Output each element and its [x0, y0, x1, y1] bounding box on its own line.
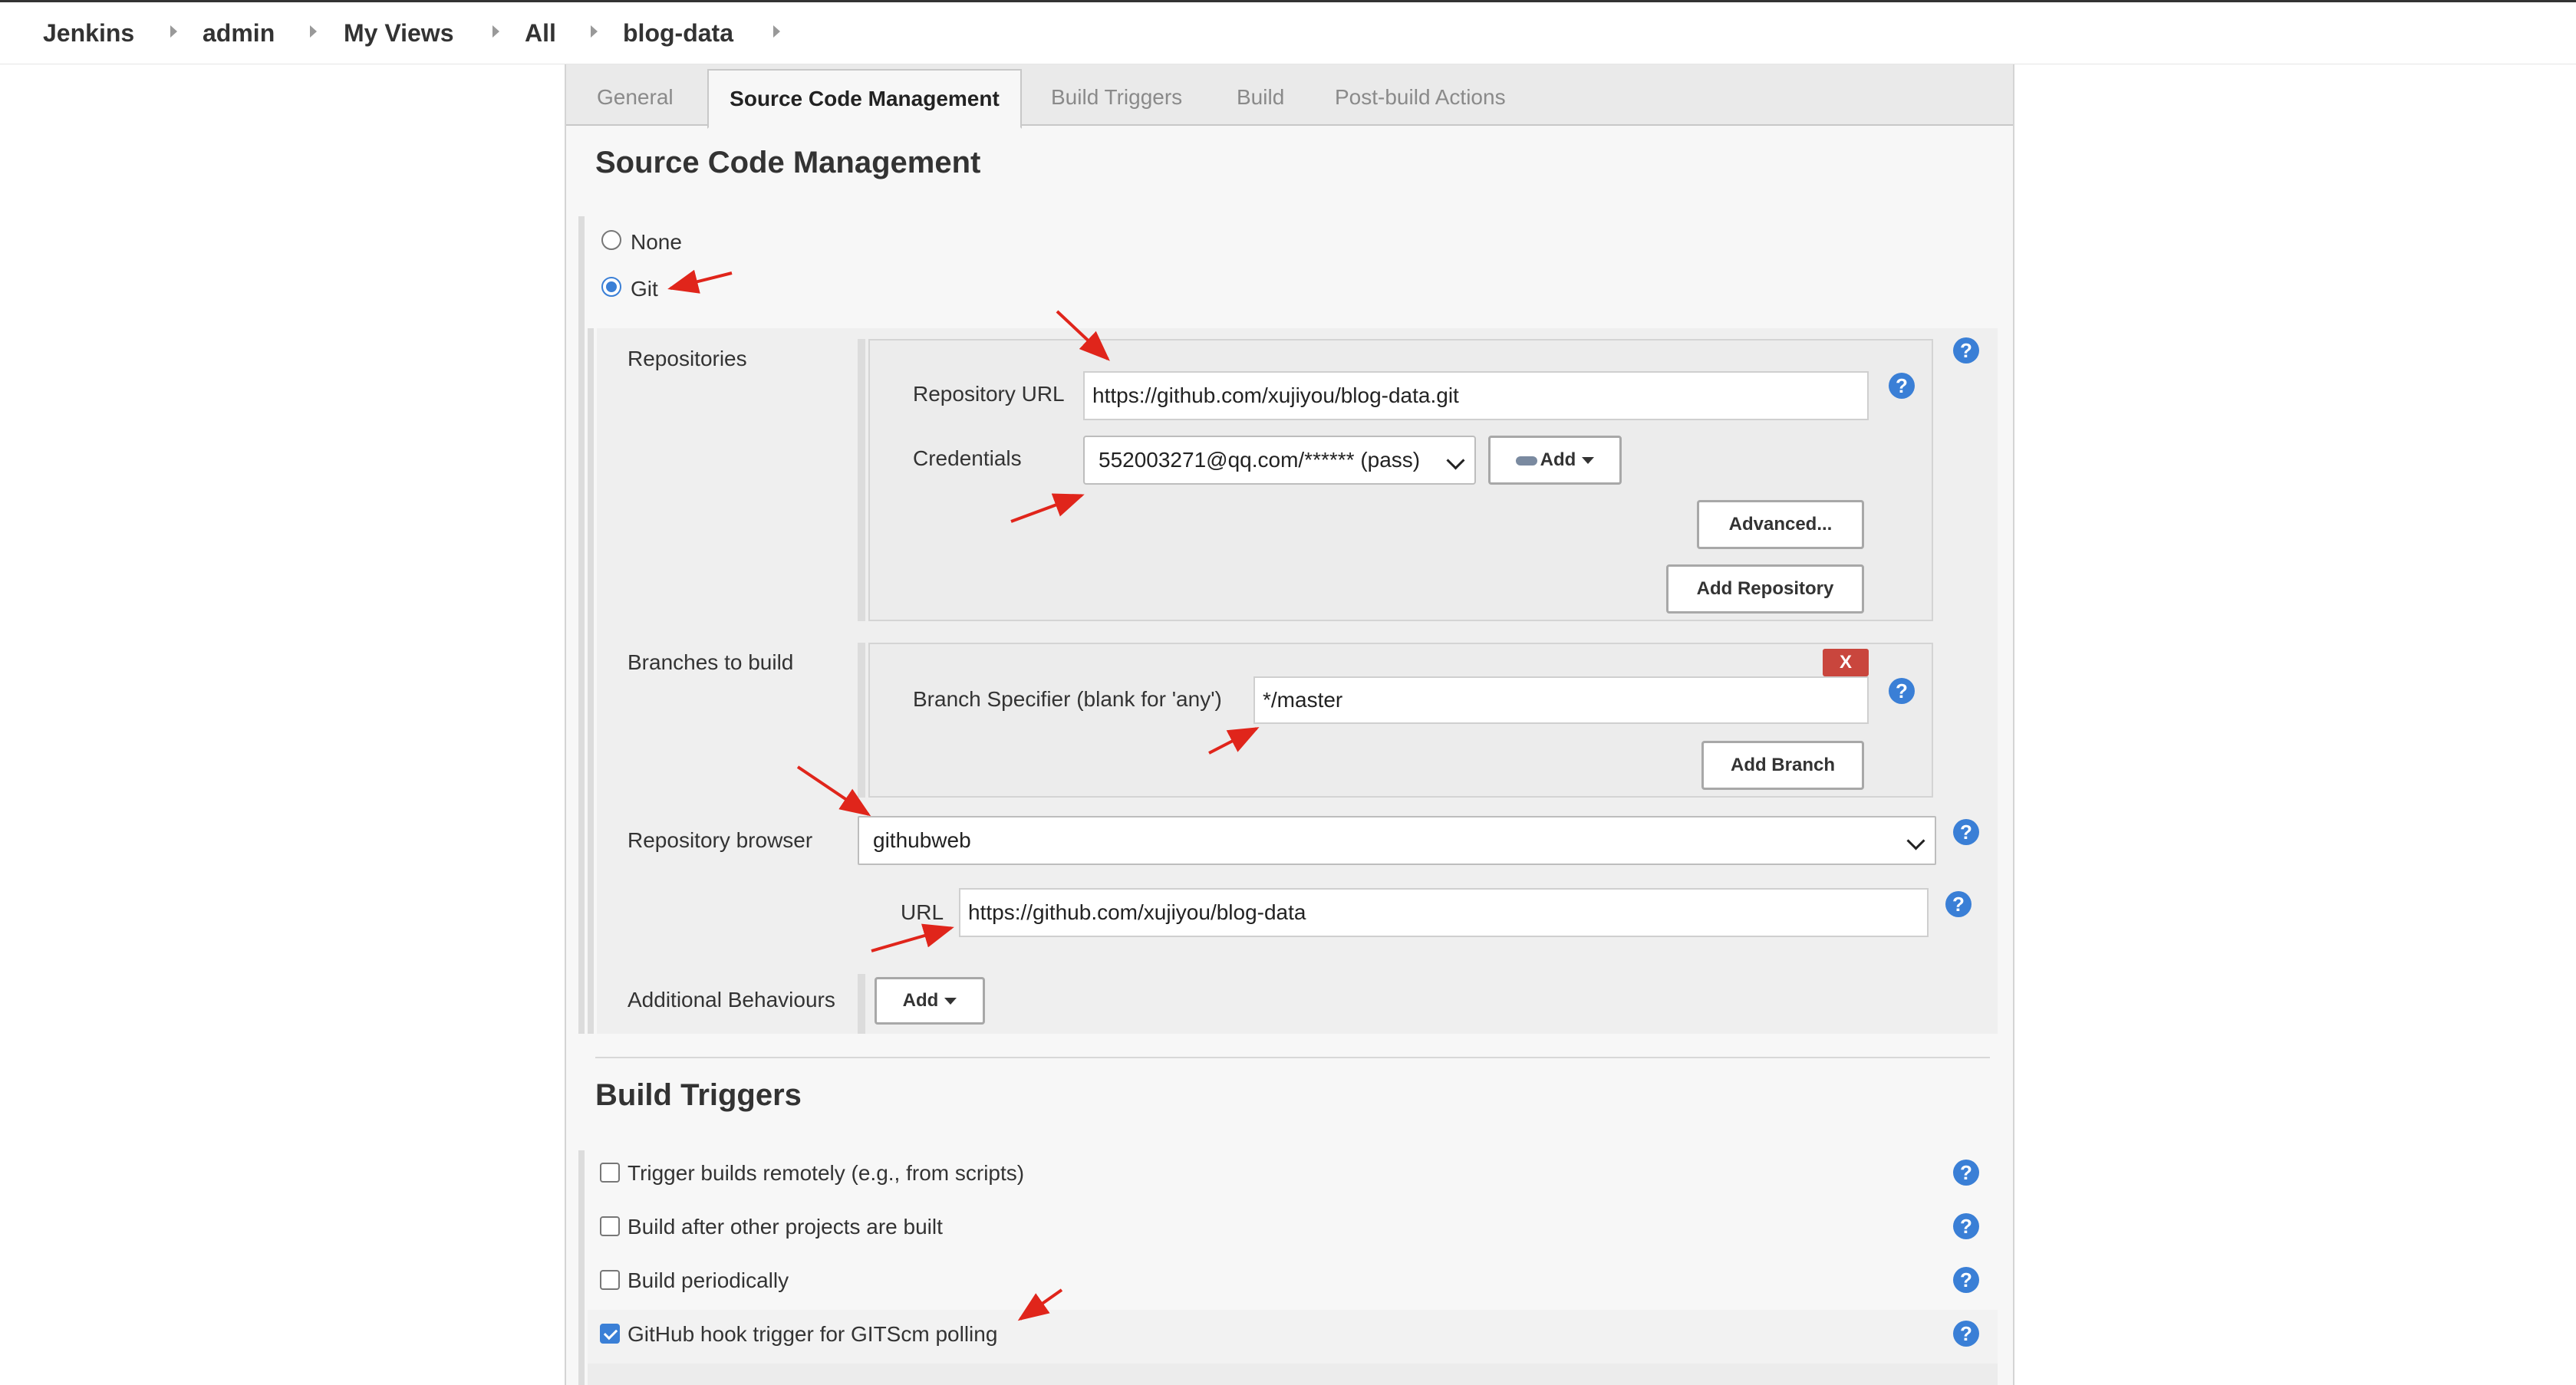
- arrow-icon: [1056, 310, 1110, 361]
- arrow-icon: [1208, 727, 1260, 755]
- arrow-icon: [796, 765, 871, 817]
- arrow-icon: [1017, 1288, 1063, 1321]
- annotation-arrows: [667, 269, 1260, 1321]
- arrow-icon: [1010, 493, 1085, 523]
- arrow-icon: [667, 269, 733, 294]
- arrow-icon: [871, 923, 954, 952]
